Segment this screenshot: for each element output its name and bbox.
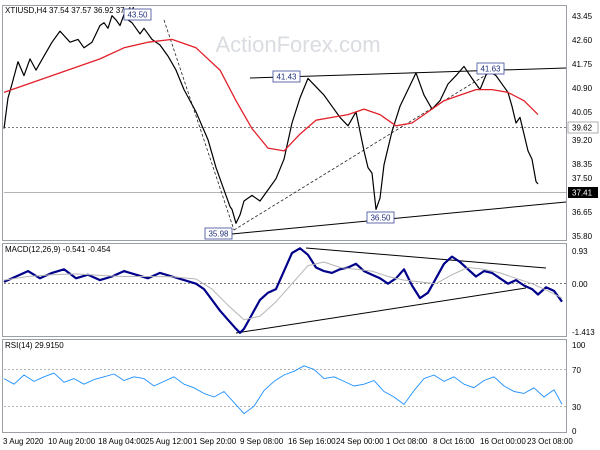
x-tick-label: 18 Aug 04:00: [98, 437, 146, 446]
x-tick-label: 3 Aug 2020: [3, 437, 44, 446]
current-price-label: 37.41: [568, 187, 598, 198]
price-y-tick: 40.05: [572, 108, 593, 117]
macd-header: MACD(12,26,9) -0.541 -0.454: [5, 245, 111, 254]
x-tick-label: 8 Oct 16:00: [433, 437, 475, 446]
rsi-header: RSI(14) 29.9150: [5, 341, 64, 350]
price-y-tick: 41.75: [572, 60, 593, 69]
annotation-43-50: 43.50: [123, 8, 152, 21]
macd-y-tick: 0.00: [572, 280, 588, 289]
price-y-tick: 36.65: [572, 208, 593, 217]
svg-text:41.43: 41.43: [276, 73, 297, 82]
annotation-41-43: 41.43: [272, 70, 301, 83]
x-tick-label: 1 Oct 08:00: [386, 437, 428, 446]
x-tick-label: 24 Sep 00:00: [336, 437, 384, 446]
macd-y-tick: -1.413: [572, 328, 595, 337]
x-tick-label: 9 Sep 08:00: [240, 437, 284, 446]
svg-text:41.63: 41.63: [480, 65, 501, 74]
chart-background: [0, 0, 600, 450]
price-y-tick: 43.45: [572, 12, 593, 21]
price-header: XTIUSD,H4 37.54 37.57 36.92 37.41: [5, 6, 136, 15]
x-tick-label: 10 Aug 20:00: [48, 437, 96, 446]
x-tick-label: 16 Oct 00:00: [480, 437, 526, 446]
price-y-tick: 40.90: [572, 84, 593, 93]
annotation-41-63: 41.63: [476, 62, 505, 75]
price-y-tick: 35.80: [572, 232, 593, 241]
svg-text:35.98: 35.98: [208, 230, 229, 239]
macd-y-tick: 0.93: [572, 247, 588, 256]
price-y-tick: 42.60: [572, 36, 593, 45]
watermark: ActionForex.com: [215, 32, 380, 57]
svg-text:39.62: 39.62: [572, 124, 593, 133]
price-y-tick: 37.50: [572, 174, 593, 183]
annotation-35-98: 35.98: [204, 227, 233, 240]
annotation-36-50: 36.50: [366, 211, 395, 224]
x-axis: 3 Aug 2020 10 Aug 20:00 18 Aug 04:00 25 …: [3, 437, 573, 446]
chart-canvas: ActionForex.com XTIUSD,H4 37.54 37.57 36…: [0, 0, 600, 450]
x-tick-label: 1 Sep 20:00: [193, 437, 237, 446]
svg-text:37.41: 37.41: [572, 189, 593, 198]
rsi-y-tick: 30: [572, 403, 581, 412]
price-y-tick: 38.35: [572, 160, 593, 169]
rsi-y-tick: 70: [572, 366, 581, 375]
x-tick-label: 23 Oct 08:00: [527, 437, 573, 446]
x-tick-label: 16 Sep 16:00: [288, 437, 336, 446]
rsi-y-tick: 100: [572, 341, 586, 350]
svg-text:43.50: 43.50: [127, 11, 148, 20]
reference-level-label: 39.62: [567, 121, 599, 134]
rsi-y-tick: 0: [572, 427, 577, 436]
svg-text:36.50: 36.50: [370, 214, 391, 223]
x-tick-label: 25 Aug 12:00: [145, 437, 193, 446]
price-y-tick: 39.20: [572, 136, 593, 145]
